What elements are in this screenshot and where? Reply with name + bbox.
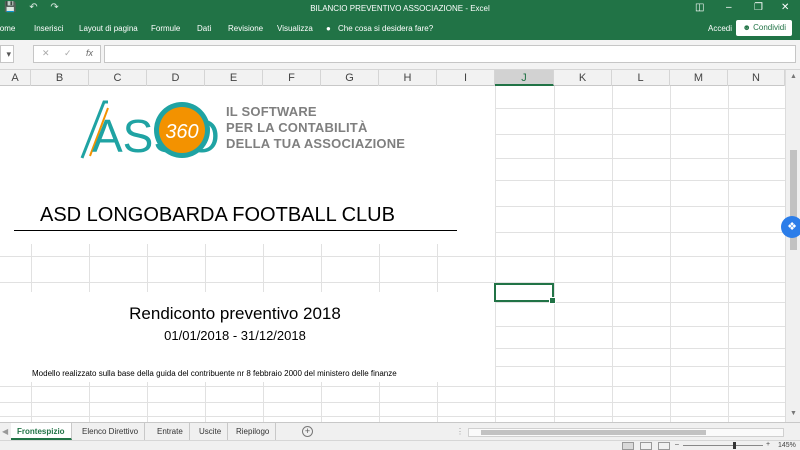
selected-cell[interactable] xyxy=(494,283,556,304)
zoom-level[interactable]: 145% xyxy=(778,442,796,449)
column-header-selected[interactable]: J xyxy=(495,70,554,86)
column-header[interactable]: M xyxy=(670,70,728,86)
insert-function-icon[interactable]: fx xyxy=(86,48,93,58)
horizontal-scroll-thumb[interactable] xyxy=(481,430,706,435)
sheet-tab-uscite[interactable]: Uscite xyxy=(193,423,229,440)
report-title: Rendiconto preventivo 2018 xyxy=(129,304,341,323)
club-name: ASD LONGOBARDA FOOTBALL CLUB xyxy=(40,204,395,226)
zoom-slider[interactable] xyxy=(683,442,763,449)
column-header[interactable]: B xyxy=(31,70,89,86)
logo-tagline-line: IL SOFTWARE xyxy=(226,104,317,119)
logo-tagline-line: PER LA CONTABILITÀ xyxy=(226,120,368,135)
page-break-view-icon[interactable] xyxy=(658,442,670,450)
sheet-tab-elenco-direttivo[interactable]: Elenco Direttivo xyxy=(76,423,146,440)
scroll-down-icon[interactable]: ▼ xyxy=(790,410,797,417)
column-headers: A B C D E F G H I J K L M N xyxy=(0,70,785,86)
column-header[interactable]: I xyxy=(437,70,495,86)
zoom-out-icon[interactable]: – xyxy=(675,441,679,448)
logo-tagline-line: DELLA TUA ASSOCIAZIONE xyxy=(226,136,406,151)
report-period: 01/01/2018 - 31/12/2018 xyxy=(164,328,306,343)
formula-buttons: ✕ ✓ fx xyxy=(33,45,101,63)
title-bar: 💾 ↶ ↷ BILANCIO PREVENTIVO ASSOCIAZIONE -… xyxy=(0,0,800,17)
column-header[interactable]: D xyxy=(147,70,205,86)
formula-bar: ▾ ✕ ✓ fx xyxy=(0,40,800,70)
person-icon: ☻ xyxy=(742,23,751,32)
tabs-scroll-handle-icon[interactable]: ⋮ xyxy=(456,427,464,436)
column-header[interactable]: H xyxy=(379,70,437,86)
column-header[interactable]: G xyxy=(321,70,379,86)
status-bar: – + 145% xyxy=(0,440,800,450)
horizontal-scrollbar[interactable] xyxy=(468,428,784,437)
minimize-icon[interactable]: – xyxy=(726,2,732,13)
column-header[interactable]: F xyxy=(263,70,321,86)
tab-page-layout[interactable]: Layout di pagina xyxy=(79,24,138,33)
club-name-underline xyxy=(14,230,457,231)
formula-input[interactable] xyxy=(104,45,796,63)
tab-home[interactable]: Home xyxy=(0,24,15,33)
sheet-tab-frontespizio[interactable]: Frontespizio xyxy=(11,423,72,440)
page-layout-view-icon[interactable] xyxy=(640,442,652,450)
sheet-tab-riepilogo[interactable]: Riepilogo xyxy=(230,423,277,440)
lightbulb-icon: ● xyxy=(326,24,331,33)
sheet-prev-icon[interactable]: ◀ xyxy=(2,427,8,436)
normal-view-icon[interactable] xyxy=(622,442,634,450)
share-label: Condividi xyxy=(753,23,786,32)
asso360-logo: ASSO 360 xyxy=(80,100,218,162)
column-header[interactable]: E xyxy=(205,70,263,86)
cancel-icon[interactable]: ✕ xyxy=(42,48,50,59)
scroll-up-icon[interactable]: ▲ xyxy=(790,73,797,80)
column-header[interactable]: A xyxy=(0,70,31,86)
window-title: BILANCIO PREVENTIVO ASSOCIAZIONE - Excel xyxy=(310,4,490,13)
column-header[interactable]: C xyxy=(89,70,147,86)
enter-icon[interactable]: ✓ xyxy=(64,48,72,59)
worksheet-grid[interactable]: ASSO 360 IL SOFTWARE PER LA CONTABILITÀ … xyxy=(0,86,785,422)
signin-link[interactable]: Accedi xyxy=(708,24,732,33)
column-header[interactable]: L xyxy=(612,70,670,86)
tab-data[interactable]: Dati xyxy=(197,24,211,33)
tab-insert[interactable]: Inserisci xyxy=(34,24,63,33)
logo-tagline: IL SOFTWARE PER LA CONTABILITÀ DELLA TUA… xyxy=(226,104,405,152)
tab-formulas[interactable]: Formule xyxy=(151,24,180,33)
ribbon-tabs: Home Inserisci Layout di pagina Formule … xyxy=(0,17,800,40)
column-header[interactable]: K xyxy=(554,70,612,86)
column-header[interactable]: N xyxy=(728,70,785,86)
footnote: Modello realizzato sulla base della guid… xyxy=(32,369,397,378)
sheet-tab-entrate[interactable]: Entrate xyxy=(151,423,190,440)
logo-badge: 360 xyxy=(165,121,198,143)
vertical-scrollbar[interactable]: ▲ ▼ xyxy=(785,70,800,422)
tell-me-box[interactable]: Che cosa si desidera fare? xyxy=(338,24,433,33)
maximize-icon[interactable]: ❐ xyxy=(754,2,763,13)
zoom-knob[interactable] xyxy=(733,442,736,449)
share-button[interactable]: ☻ Condividi xyxy=(736,20,792,36)
ribbon-display-options-icon[interactable]: ◫ xyxy=(695,2,704,13)
name-box[interactable]: ▾ xyxy=(0,45,14,63)
sheet-tabs-bar: ◀ Frontespizio Elenco Direttivo Entrate … xyxy=(0,422,800,440)
dropbox-icon[interactable]: ❖ xyxy=(781,216,800,238)
close-icon[interactable]: ✕ xyxy=(781,2,789,13)
add-sheet-icon[interactable]: + xyxy=(302,426,313,437)
zoom-in-icon[interactable]: + xyxy=(766,441,770,448)
tab-view[interactable]: Visualizza xyxy=(277,24,313,33)
tab-review[interactable]: Revisione xyxy=(228,24,263,33)
